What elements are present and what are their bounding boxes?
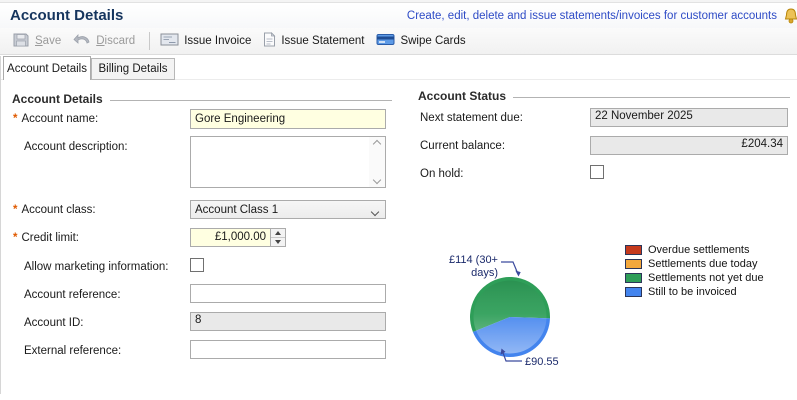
spin-up-button[interactable] [271,229,285,238]
discard-label: Discard [96,35,135,47]
legend-swatch-orange [625,259,642,269]
left-border-line [0,56,1,394]
credit-limit-value: £1,000.00 [191,229,270,246]
top-strip [0,0,797,3]
discard-icon [73,33,91,50]
next-statement-label: Next statement due: [420,112,523,124]
account-id-label: Account ID: [24,317,83,329]
legend-label: Still to be invoiced [648,286,737,298]
issue-statement-label: Issue Statement [281,35,364,47]
legend-label: Overdue settlements [648,244,750,256]
tab-billing-details[interactable]: Billing Details [91,58,175,80]
allow-marketing-checkbox[interactable] [190,258,204,272]
external-reference-input[interactable] [190,340,386,359]
account-status-group-title: Account Status [418,89,506,103]
account-name-input[interactable] [190,109,386,129]
next-statement-field: 22 November 2025 [590,108,788,127]
pie-callout-green: £114 (30+ days) [436,254,498,280]
account-details-group-heading: Account Details [12,92,392,106]
legend-swatch-green [625,273,642,283]
invoice-icon [160,33,179,49]
page-header: Account Details Create, edit, delete and… [0,4,797,28]
legend-item-still-to-invoice: Still to be invoiced [625,286,764,298]
account-description-input[interactable] [190,136,386,188]
spin-down-button[interactable] [271,238,285,246]
scroll-up-icon[interactable] [373,140,381,148]
heading-rule [110,100,392,101]
account-reference-input[interactable] [190,284,386,303]
toolbar-separator [149,32,150,50]
statement-icon [263,32,276,50]
bell-icon [782,7,797,30]
on-hold-label: On hold: [420,168,463,180]
callout-line-green [501,262,518,274]
legend-label: Settlements due today [648,258,757,270]
pie-callout-blue: £90.55 [525,356,559,369]
chevron-down-icon [372,206,378,218]
credit-card-icon [376,33,395,49]
tab-account-details[interactable]: Account Details [3,56,91,80]
callout-arrow-green [515,271,520,277]
current-balance-label: Current balance: [420,140,505,152]
issue-invoice-button[interactable]: Issue Invoice [156,30,259,52]
scroll-down-icon[interactable] [373,176,381,184]
required-marker: * [13,113,17,125]
save-button[interactable]: Save [8,29,69,54]
legend-swatch-red [625,245,642,255]
legend-item-due-today: Settlements due today [625,258,764,270]
chart-legend: Overdue settlements Settlements due toda… [625,244,764,300]
swipe-cards-label: Swipe Cards [400,35,465,47]
account-details-window: Account Details Create, edit, delete and… [0,0,797,400]
credit-limit-label: *Credit limit: [13,232,79,244]
account-id-field: 8 [190,312,386,331]
swipe-cards-button[interactable]: Swipe Cards [372,30,473,52]
account-description-label: Account description: [24,141,128,153]
credit-limit-stepper[interactable]: £1,000.00 [190,228,286,247]
allow-marketing-label: Allow marketing information: [24,261,168,273]
legend-swatch-blue [625,287,642,297]
pie-sheen [474,281,547,354]
up-arrow-icon [275,231,281,235]
legend-item-overdue: Overdue settlements [625,244,764,256]
account-class-label: *Account class: [13,204,96,216]
on-hold-checkbox[interactable] [590,165,604,179]
account-name-label: *Account name: [13,113,98,125]
issue-invoice-label: Issue Invoice [184,35,251,47]
tab-billing-details-label: Billing Details [98,63,167,75]
account-class-select[interactable]: Account Class 1 [190,200,386,219]
legend-label: Settlements not yet due [648,272,764,284]
down-arrow-icon [275,240,281,244]
issue-statement-button[interactable]: Issue Statement [259,29,372,53]
credit-limit-spinner [270,229,285,246]
page-description: Create, edit, delete and issue statement… [407,10,777,22]
description-scrollbar[interactable] [369,137,385,187]
heading-rule [513,97,790,98]
tab-account-details-label: Account Details [7,63,87,75]
save-label: Save [35,35,61,47]
current-balance-field: £204.34 [590,136,788,155]
account-reference-label: Account reference: [24,289,121,301]
toolbar: Save Discard Issue Invoice [0,28,797,55]
discard-button[interactable]: Discard [69,30,143,53]
save-icon [12,32,30,51]
account-class-value: Account Class 1 [195,204,278,216]
required-marker: * [13,204,17,216]
page-title: Account Details [10,7,123,24]
account-status-group-heading: Account Status [418,89,790,103]
legend-item-not-yet-due: Settlements not yet due [625,272,764,284]
required-marker: * [13,232,17,244]
account-details-group-title: Account Details [12,92,103,106]
external-reference-label: External reference: [24,345,121,357]
